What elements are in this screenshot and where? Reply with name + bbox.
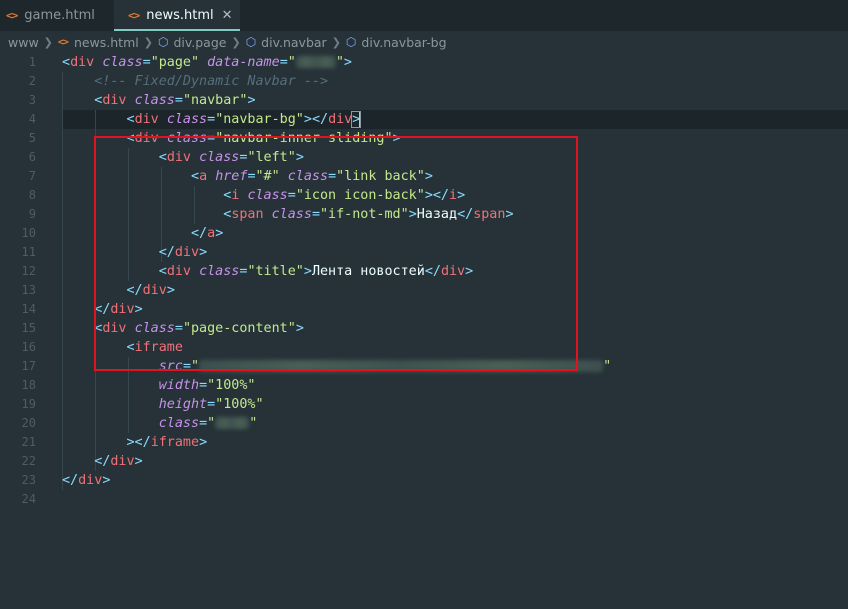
- code-line: <!-- Fixed/Dynamic Navbar -->: [94, 74, 329, 89]
- line-number: 20: [21, 416, 36, 430]
- tab-game-html[interactable]: <> game.html: [0, 0, 114, 31]
- code-line: <div class="navbar">: [94, 93, 256, 108]
- line-number: 13: [21, 283, 36, 297]
- tab-bar: <> game.html <> news.html ✕: [0, 0, 848, 31]
- code-line: </div>: [158, 245, 208, 260]
- code-line: <span class="if-not-md">Назад</span>: [223, 207, 514, 222]
- tab-news-html[interactable]: <> news.html ✕: [114, 0, 240, 31]
- breadcrumb: www ❯ <> news.html ❯ ⬡ div.page ❯ ⬡ div.…: [0, 31, 848, 53]
- line-number: 1: [28, 55, 36, 69]
- close-icon[interactable]: ✕: [222, 8, 233, 23]
- html-file-icon: <>: [128, 9, 140, 22]
- line-number: 12: [21, 264, 36, 278]
- breadcrumb-item-div-navbar-bg[interactable]: div.navbar-bg: [361, 35, 446, 50]
- html-file-icon: <>: [6, 9, 18, 22]
- code-line: width="100%": [158, 378, 256, 393]
- code-lines: <div class="page" data-name=" "> <!-- Fix…: [62, 53, 611, 509]
- element-cube-icon: ⬡: [245, 35, 257, 49]
- redacted-blur: [295, 56, 336, 68]
- line-number: 24: [21, 492, 36, 506]
- code-line: height="100%": [158, 397, 264, 412]
- code-line: <div class="left">: [158, 150, 304, 165]
- line-number: 21: [21, 435, 36, 449]
- chevron-right-icon: ❯: [143, 35, 153, 49]
- breadcrumb-item-file[interactable]: news.html: [74, 35, 139, 50]
- line-number: 10: [21, 226, 36, 240]
- line-number: 17: [21, 359, 36, 373]
- tab-label: game.html: [24, 8, 95, 23]
- html-file-icon: <>: [57, 36, 69, 48]
- line-number: 16: [21, 340, 36, 354]
- code-line: <a href="#" class="link back">: [191, 169, 433, 184]
- code-line: <div class="page" data-name=" ">: [62, 55, 352, 70]
- code-line: <iframe: [126, 340, 183, 355]
- line-number: 19: [21, 397, 36, 411]
- redacted-blur: [199, 360, 604, 372]
- line-number: 7: [28, 169, 36, 183]
- redacted-blur: [215, 417, 250, 429]
- line-number: 15: [21, 321, 36, 335]
- element-cube-icon: ⬡: [157, 35, 169, 49]
- code-line: </div>: [94, 302, 143, 317]
- breadcrumb-item-div-page[interactable]: div.page: [173, 35, 226, 50]
- element-cube-icon: ⬡: [345, 35, 357, 49]
- code-line: ></iframe>: [126, 435, 208, 450]
- code-line: <div class="title">Лента новостей</div>: [158, 264, 474, 279]
- code-line: <div class="navbar-bg"></div>: [126, 110, 362, 128]
- chevron-right-icon: ❯: [331, 35, 341, 49]
- breadcrumb-item-div-navbar[interactable]: div.navbar: [261, 35, 327, 50]
- tab-label: news.html: [146, 8, 214, 23]
- line-number: 9: [28, 207, 36, 221]
- code-line: <div class="navbar-inner sliding">: [126, 131, 401, 146]
- line-number-gutter: 1 2 3 4 5 6 7 8 9 10 11 12 13 14 15 16 1…: [0, 53, 36, 509]
- code-line: </div>: [62, 473, 111, 488]
- line-number: 11: [21, 245, 36, 259]
- code-line: </a>: [191, 226, 224, 241]
- chevron-right-icon: ❯: [43, 35, 53, 49]
- code-line: class=" ": [158, 416, 258, 431]
- line-number: 6: [28, 150, 36, 164]
- code-line: <i class="icon icon-back"></i>: [223, 188, 466, 203]
- code-line: </div>: [126, 283, 175, 298]
- code-line: src=" ": [158, 359, 612, 374]
- line-number: 2: [28, 74, 36, 88]
- line-number: 23: [21, 473, 36, 487]
- code-editor[interactable]: 1 2 3 4 5 6 7 8 9 10 11 12 13 14 15 16 1…: [0, 53, 848, 609]
- line-number: 4: [28, 112, 36, 126]
- line-number: 3: [28, 93, 36, 107]
- line-number: 8: [28, 188, 36, 202]
- line-number: 5: [28, 131, 36, 145]
- breadcrumb-item-folder[interactable]: www: [8, 35, 39, 50]
- code-line: <div class="page-content">: [94, 321, 304, 336]
- code-line: </div>: [94, 454, 143, 469]
- chevron-right-icon: ❯: [231, 35, 241, 49]
- line-number: 18: [21, 378, 36, 392]
- text-cursor: [359, 110, 362, 128]
- line-number: 22: [21, 454, 36, 468]
- line-number: 14: [21, 302, 36, 316]
